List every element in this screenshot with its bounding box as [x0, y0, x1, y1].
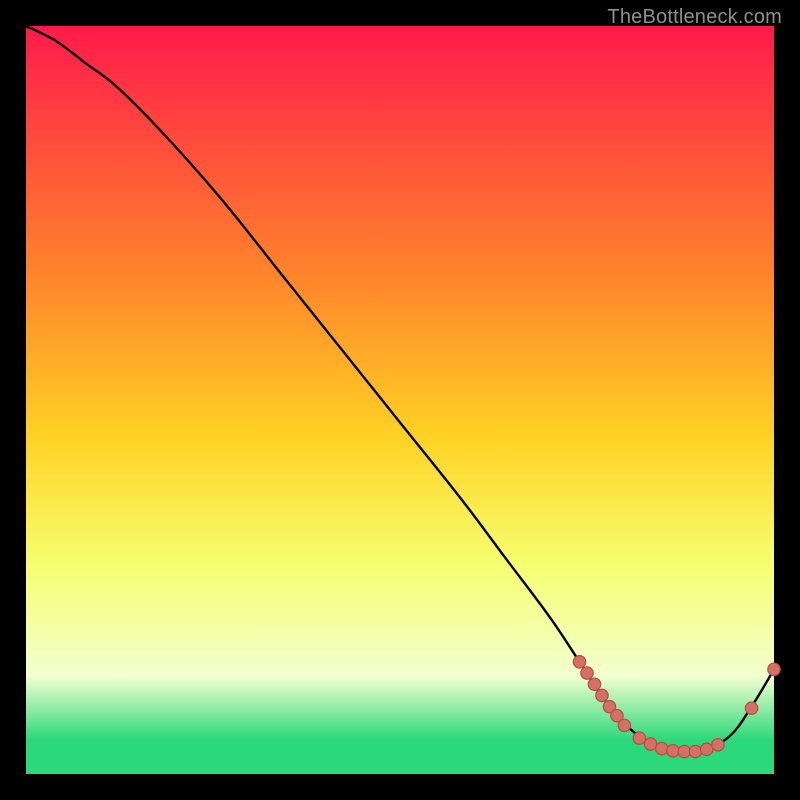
data-marker [596, 689, 608, 701]
chart-root: TheBottleneck.com [0, 0, 800, 800]
data-marker [656, 742, 668, 754]
data-marker [644, 738, 656, 750]
data-marker [745, 702, 757, 714]
data-marker [667, 745, 679, 757]
data-marker [633, 732, 645, 744]
data-marker [768, 663, 780, 675]
data-marker [678, 745, 690, 757]
data-marker [581, 667, 593, 679]
bottleneck-chart [0, 0, 800, 800]
data-marker [700, 743, 712, 755]
data-marker [689, 745, 701, 757]
data-marker [618, 719, 630, 731]
data-marker [573, 656, 585, 668]
data-marker [588, 678, 600, 690]
plot-area [26, 26, 774, 774]
watermark-text: TheBottleneck.com [607, 6, 782, 29]
data-marker [712, 739, 724, 751]
